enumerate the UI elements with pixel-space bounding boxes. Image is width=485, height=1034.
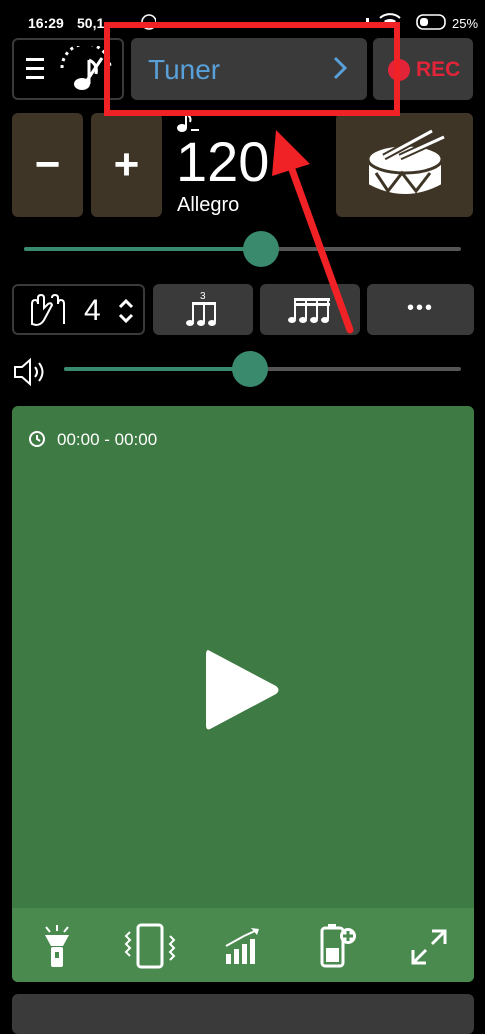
bpm-value[interactable]: 120 — [176, 132, 269, 192]
status-time: 16:29 — [28, 15, 64, 31]
stepper-arrows-icon[interactable] — [118, 298, 134, 324]
volume-slider-thumb[interactable] — [232, 351, 268, 387]
play-icon[interactable] — [204, 645, 280, 735]
beats-per-bar-control[interactable] — [12, 284, 145, 335]
battery-saver-icon[interactable] — [318, 922, 358, 970]
status-signal-text: 50,1 — [77, 15, 105, 31]
beats-count: 4 — [84, 294, 101, 327]
fullscreen-icon[interactable] — [410, 928, 448, 966]
volume-slider-fill — [64, 367, 250, 371]
battery-icon — [416, 14, 446, 30]
triplet-button[interactable]: 3 — [153, 284, 253, 335]
svg-text:3: 3 — [200, 291, 206, 302]
tempo-name: Allegro — [177, 194, 240, 216]
flashlight-icon[interactable] — [42, 924, 72, 970]
bottom-panel-partial — [12, 994, 474, 1034]
battery-percent: 25% — [452, 16, 479, 31]
minus-label: − — [34, 140, 61, 189]
triplet-note-icon: 3 — [186, 291, 216, 326]
annotation-arrow-icon — [272, 130, 354, 334]
tempo-increase-icon[interactable] — [224, 926, 262, 966]
hamburger-icon — [26, 58, 44, 79]
record-label: REC — [416, 58, 461, 81]
timer-text: 00:00 - 00:00 — [57, 430, 158, 449]
more-options-button[interactable]: ••• — [367, 284, 474, 335]
speaker-icon — [14, 357, 44, 387]
tempo-slider-fill — [24, 247, 261, 251]
clock-icon — [29, 431, 45, 447]
clapping-hands-icon — [31, 294, 65, 327]
annotation-highlight-box — [104, 22, 400, 116]
more-label: ••• — [406, 297, 434, 319]
vibrate-icon[interactable] — [122, 922, 178, 970]
plus-label: + — [113, 140, 140, 189]
drum-icon — [366, 127, 446, 196]
bottom-toolbar — [12, 908, 474, 982]
